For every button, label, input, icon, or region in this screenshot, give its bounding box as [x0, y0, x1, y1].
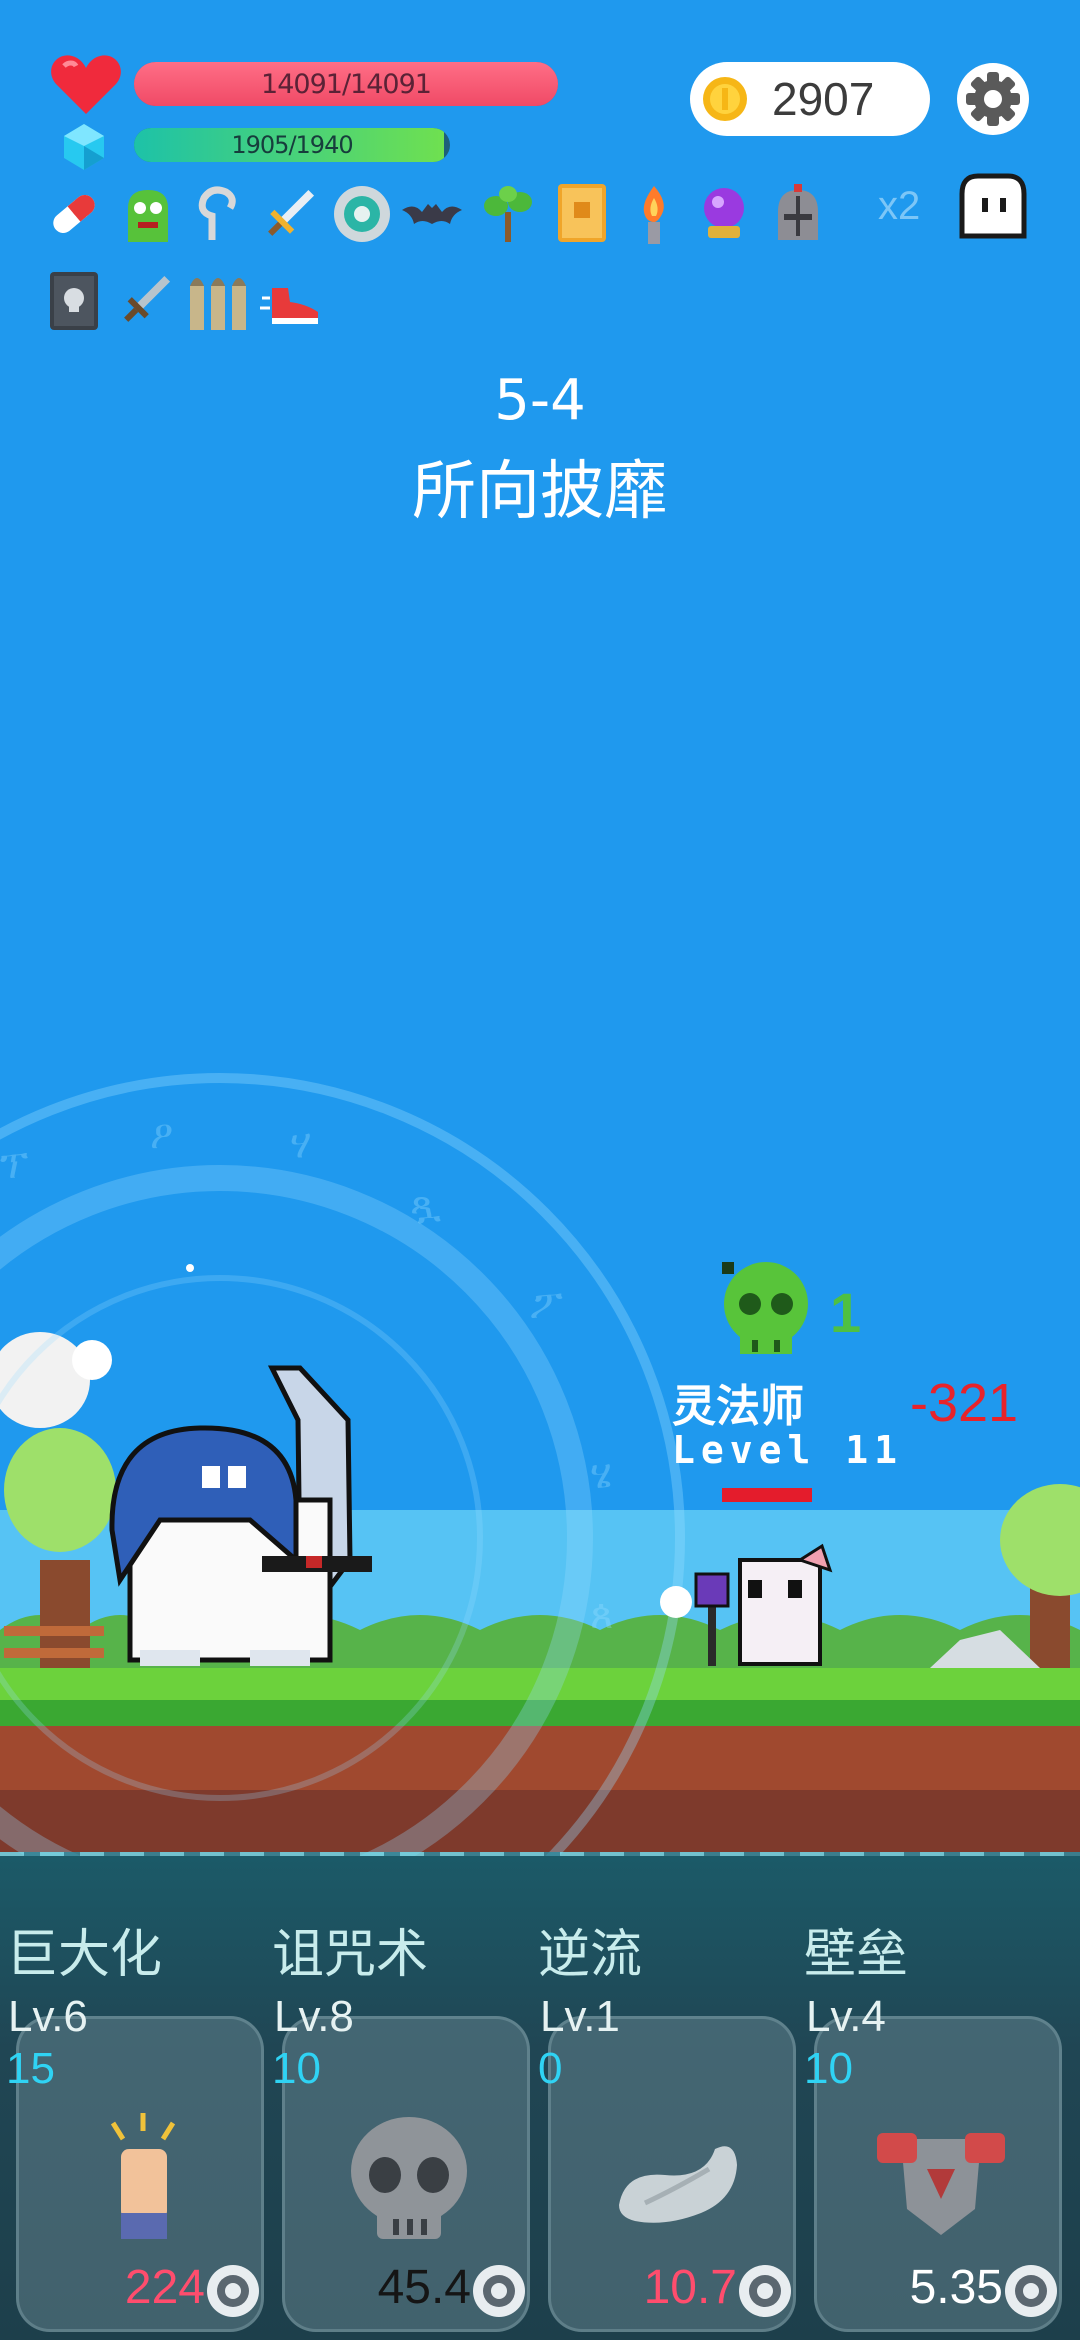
skill-slot-backflow: 逆流 10.7 Lv.1 0: [532, 1856, 797, 2340]
skill-slot-giant: 巨大化 224 Lv.6 15: [0, 1856, 265, 2340]
upgrade-gear-icon[interactable]: [469, 2261, 529, 2321]
upgrade-gear-icon[interactable]: [735, 2261, 795, 2321]
skill-card-backflow[interactable]: 10.7: [548, 2016, 796, 2332]
skill-slot-curse: 诅咒术 45.4 Lv.8 10: [266, 1856, 531, 2340]
enemy-name: 灵法师: [672, 1381, 804, 1432]
wind-icon: [619, 2146, 737, 2223]
kill-count: 1: [830, 1281, 862, 1344]
skill-panel: 巨大化 224 Lv.6 15 诅咒术 45.4 Lv.8 10 逆流 10.7…: [0, 1856, 1080, 2340]
skill-level: Lv.8: [274, 1992, 354, 2041]
skill-name: 壁垒: [804, 1925, 909, 1985]
skill-value: 10.7: [643, 2261, 737, 2314]
armor-icon: [877, 2133, 1005, 2235]
upgrade-gear-icon[interactable]: [203, 2261, 263, 2321]
skill-level: Lv.4: [806, 1992, 886, 2041]
skill-value: 45.4: [377, 2261, 471, 2314]
enemy-hp-bar: [722, 1488, 812, 1502]
skill-value: 224: [124, 2261, 205, 2314]
skill-name: 诅咒术: [272, 1925, 429, 1985]
damage-number: -321: [910, 1373, 1019, 1433]
skill-name: 逆流: [538, 1925, 643, 1985]
skill-value: 5.35: [909, 2261, 1003, 2314]
skill-cost: 10: [804, 2044, 853, 2093]
enemy-level: Level 11: [672, 1428, 904, 1472]
skill-cost: 15: [6, 2044, 55, 2093]
fist-icon: [110, 2113, 176, 2239]
skill-level: Lv.1: [540, 1992, 620, 2041]
skill-cost: 0: [538, 2044, 563, 2093]
skill-slot-barrier: 壁垒 5.35 Lv.4 10: [798, 1856, 1063, 2340]
skill-level: Lv.6: [8, 1992, 88, 2041]
skill-name: 巨大化: [6, 1925, 163, 1985]
skull-icon: [351, 2117, 467, 2239]
upgrade-gear-icon[interactable]: [1001, 2261, 1061, 2321]
skill-cost: 10: [272, 2044, 321, 2093]
